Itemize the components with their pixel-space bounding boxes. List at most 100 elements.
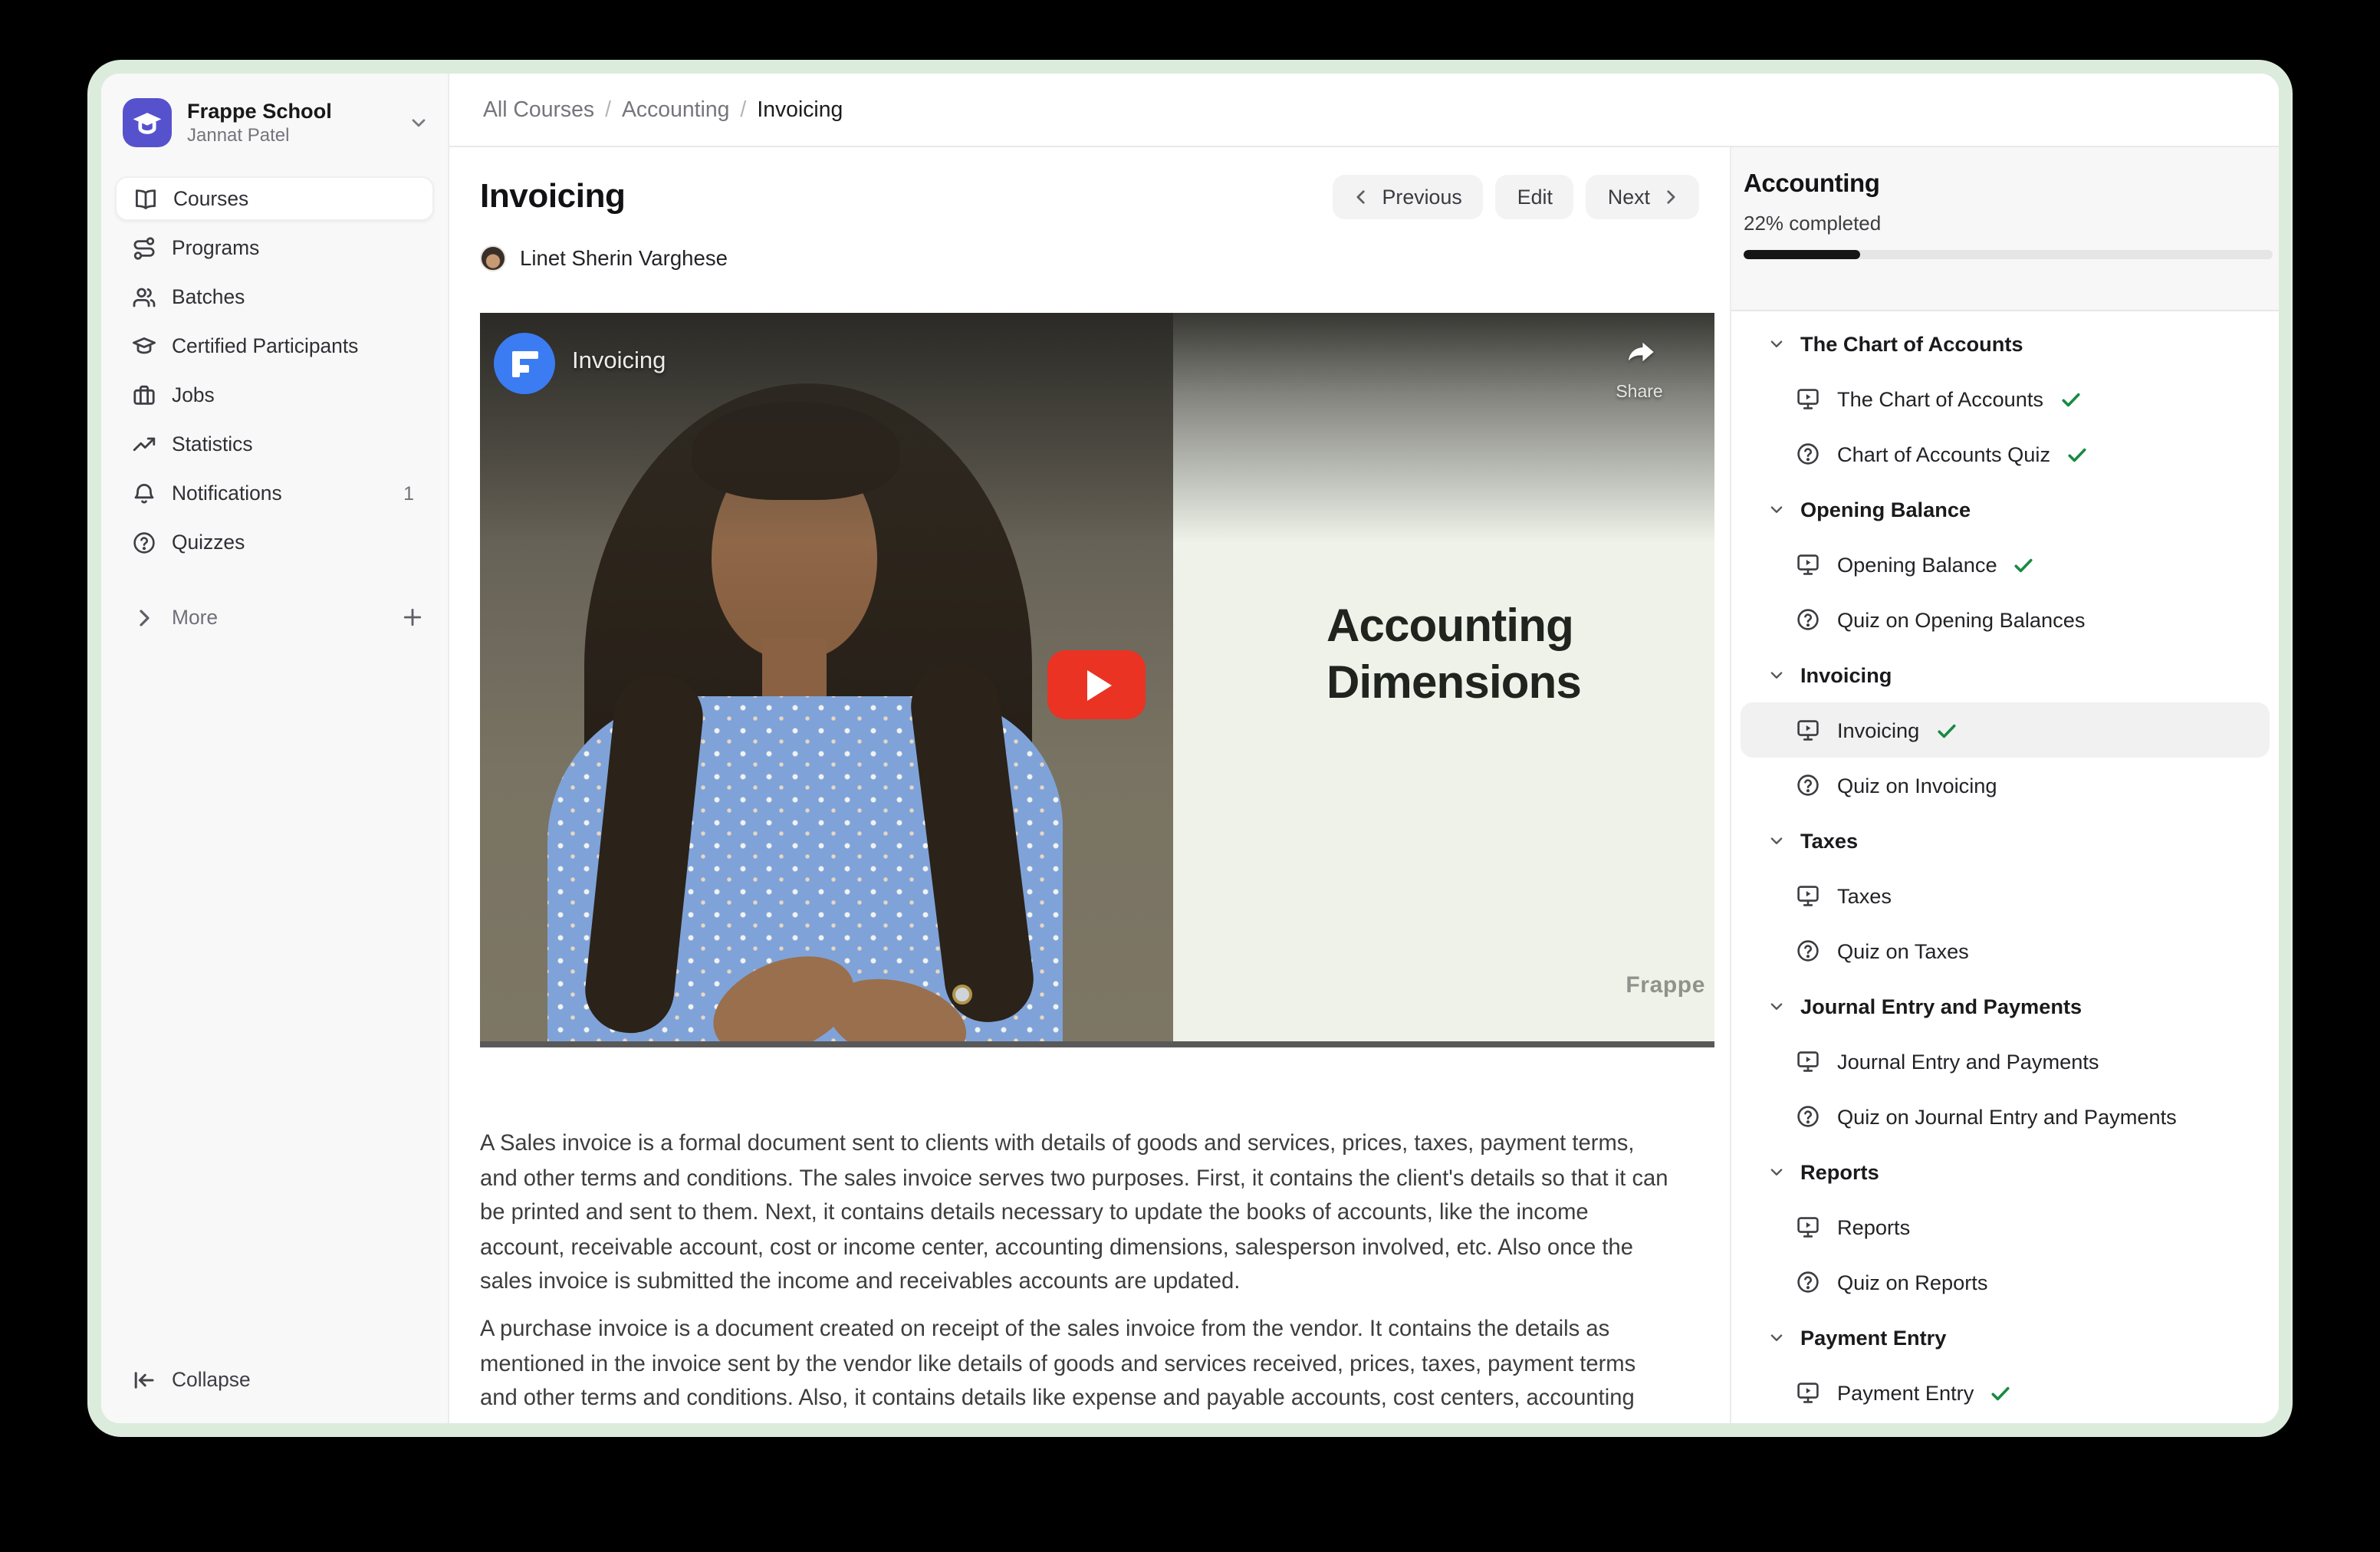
outline-section-payment-entry[interactable]: Payment Entry <box>1741 1310 2270 1365</box>
monitor-play-icon <box>1796 1049 1820 1074</box>
help-circle-icon <box>1796 773 1820 797</box>
play-button[interactable] <box>1047 650 1146 719</box>
video-player[interactable]: Accounting Dimensions Invoicing <box>480 313 1714 1047</box>
main-area: All Courses / Accounting / Invoicing Inv… <box>449 74 2279 1423</box>
sidebar-item-label: Notifications <box>172 482 403 505</box>
user-name: Jannat Patel <box>187 123 408 146</box>
outline-item-chart-of-accounts-quiz[interactable]: Chart of Accounts Quiz <box>1741 426 2270 482</box>
outline-item-invoicing[interactable]: Invoicing <box>1741 702 2270 758</box>
outline-item-label: Quiz on Journal Entry and Payments <box>1837 1105 2177 1128</box>
outline-section-title: Taxes <box>1800 829 1858 852</box>
previous-button[interactable]: Previous <box>1333 174 1484 219</box>
sidebar-item-quizzes[interactable]: Quizzes <box>115 520 434 564</box>
trending-up-icon <box>132 432 156 456</box>
outline-section-title: The Chart of Accounts <box>1800 332 2023 355</box>
outline-section-invoicing[interactable]: Invoicing <box>1741 647 2270 702</box>
notification-count-badge: 1 <box>403 482 414 504</box>
outline-item-quiz-on-reports[interactable]: Quiz on Reports <box>1741 1254 2270 1310</box>
outline-item-label: Invoicing <box>1837 718 1919 741</box>
lesson-paragraph: A Sales invoice is a formal document sen… <box>480 1127 1678 1300</box>
sidebar-item-programs[interactable]: Programs <box>115 225 434 270</box>
outline-item-label: Taxes <box>1837 884 1892 907</box>
sidebar-spacer <box>101 644 448 1357</box>
sidebar-item-label: Certified Participants <box>172 334 417 357</box>
edit-button[interactable]: Edit <box>1496 174 1574 219</box>
video-top-gradient <box>480 313 1714 543</box>
route-icon <box>132 235 156 260</box>
outline-section-the-chart-of-accounts[interactable]: The Chart of Accounts <box>1741 316 2270 371</box>
help-circle-icon <box>1796 1104 1820 1129</box>
outline-item-label: Payment Entry <box>1837 1381 1974 1404</box>
slide-title: Accounting Dimensions <box>1326 598 1581 712</box>
help-circle-icon <box>1796 1270 1820 1294</box>
outline-section-reports[interactable]: Reports <box>1741 1144 2270 1199</box>
next-button[interactable]: Next <box>1586 174 1699 219</box>
help-circle-icon <box>1796 607 1820 632</box>
sidebar-item-label: Programs <box>172 236 417 259</box>
breadcrumb-separator: / <box>605 97 611 122</box>
share-button[interactable]: Share <box>1601 334 1678 402</box>
outline-section-journal-entry-and-payments[interactable]: Journal Entry and Payments <box>1741 978 2270 1034</box>
outline-item-journal-entry-and-payments[interactable]: Journal Entry and Payments <box>1741 1034 2270 1089</box>
sidebar-item-more[interactable]: More <box>115 595 434 640</box>
monitor-play-icon <box>1796 1215 1820 1239</box>
outline-item-taxes[interactable]: Taxes <box>1741 868 2270 923</box>
sidebar-item-certified-participants[interactable]: Certified Participants <box>115 324 434 368</box>
chevron-right-icon <box>1661 186 1681 206</box>
graduation-cap-icon <box>132 334 156 358</box>
monitor-play-icon <box>1796 883 1820 908</box>
outline-item-quiz-on-taxes[interactable]: Quiz on Taxes <box>1741 923 2270 978</box>
workspace-switcher[interactable]: Frappe School Jannat Patel <box>123 86 429 159</box>
chevron-down-icon <box>1768 501 1785 518</box>
sidebar-item-courses[interactable]: Courses <box>115 176 434 221</box>
chevron-down-icon <box>1768 998 1785 1014</box>
briefcase-icon <box>132 383 156 407</box>
outline-section-title: Reports <box>1800 1160 1879 1183</box>
outline-item-label: Chart of Accounts Quiz <box>1837 442 2050 465</box>
collapse-icon <box>132 1367 156 1392</box>
sidebar-item-notifications[interactable]: Notifications1 <box>115 471 434 515</box>
share-icon <box>1622 350 1657 376</box>
check-icon <box>2013 553 2036 576</box>
sidebar-item-label: Quizzes <box>172 531 417 554</box>
outline-section-title: Opening Balance <box>1800 498 1971 521</box>
bell-icon <box>132 481 156 505</box>
outline-item-the-chart-of-accounts[interactable]: The Chart of Accounts <box>1741 371 2270 426</box>
outline-section-taxes[interactable]: Taxes <box>1741 813 2270 868</box>
breadcrumb-all-courses[interactable]: All Courses <box>483 97 594 122</box>
outline-item-quiz-on-invoicing[interactable]: Quiz on Invoicing <box>1741 758 2270 813</box>
screen: Frappe School Jannat Patel Courses Progra… <box>0 0 2380 1552</box>
sidebar-item-jobs[interactable]: Jobs <box>115 373 434 417</box>
channel-avatar[interactable] <box>494 333 555 394</box>
course-outline-panel: Accounting 22% completed The Chart of Ac… <box>1730 147 2279 1423</box>
lesson-paragraph: A purchase invoice is a document created… <box>480 1313 1678 1423</box>
check-icon <box>1935 718 1958 741</box>
monitor-play-icon <box>1796 386 1820 411</box>
video-overlay-title[interactable]: Invoicing <box>572 348 666 376</box>
breadcrumb-accounting[interactable]: Accounting <box>622 97 729 122</box>
edit-label: Edit <box>1517 185 1553 208</box>
sidebar-nav: Courses Programs Batches Certified Particip… <box>101 176 448 569</box>
outline-item-payment-entry[interactable]: Payment Entry <box>1741 1365 2270 1420</box>
outline-section-title: Payment Entry <box>1800 1326 1946 1349</box>
window-frame: Frappe School Jannat Patel Courses Progra… <box>87 60 2293 1437</box>
sidebar-item-statistics[interactable]: Statistics <box>115 422 434 466</box>
chevron-down-icon <box>408 112 429 133</box>
sidebar-item-batches[interactable]: Batches <box>115 275 434 319</box>
app-window: Frappe School Jannat Patel Courses Progra… <box>101 74 2279 1423</box>
users-icon <box>132 284 156 309</box>
outline-item-label: Quiz on Opening Balances <box>1837 608 2085 631</box>
collapse-sidebar-button[interactable]: Collapse <box>115 1357 434 1402</box>
sidebar-item-label: Statistics <box>172 432 417 455</box>
outline-item-quiz-on-opening-balances[interactable]: Quiz on Opening Balances <box>1741 592 2270 647</box>
outline-section-opening-balance[interactable]: Opening Balance <box>1741 482 2270 537</box>
previous-label: Previous <box>1382 185 1462 208</box>
author-avatar <box>480 245 506 271</box>
plus-icon[interactable] <box>400 606 425 629</box>
chevron-left-icon <box>1352 186 1372 206</box>
outline-item-opening-balance[interactable]: Opening Balance <box>1741 537 2270 592</box>
outline-item-reports[interactable]: Reports <box>1741 1199 2270 1254</box>
chevron-down-icon <box>1768 335 1785 352</box>
play-icon <box>1086 669 1111 700</box>
outline-item-quiz-on-journal-entry-and-payments[interactable]: Quiz on Journal Entry and Payments <box>1741 1089 2270 1144</box>
